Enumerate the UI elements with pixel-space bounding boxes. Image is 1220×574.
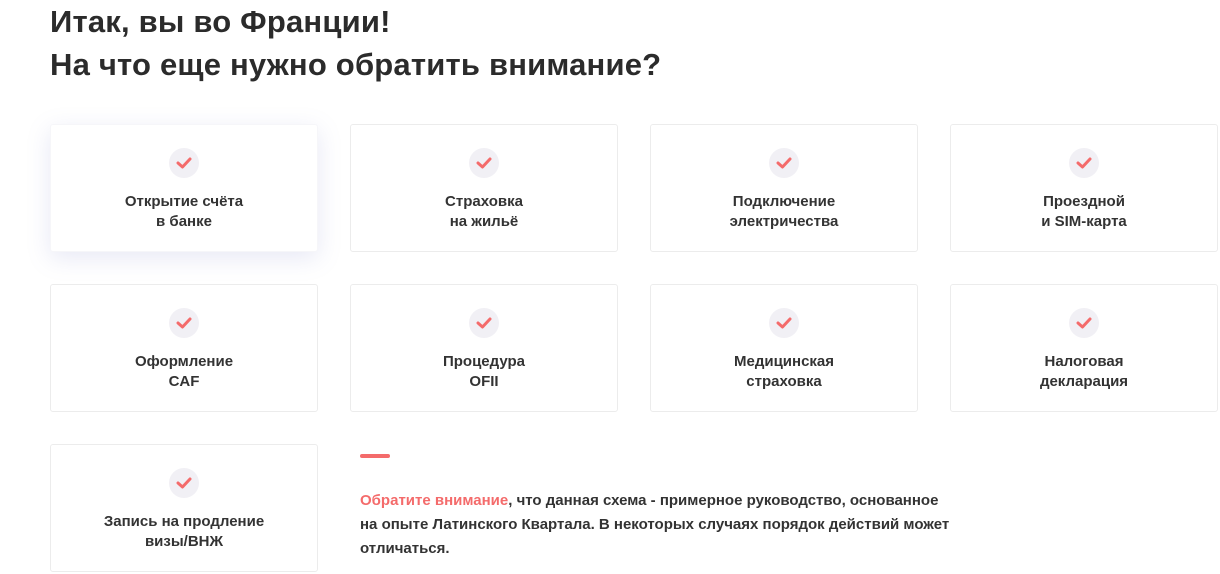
check-icon bbox=[169, 308, 199, 338]
card-label: Налоговая декларация bbox=[951, 352, 1217, 392]
card-tax-declaration[interactable]: Налоговая декларация bbox=[950, 284, 1218, 412]
check-icon bbox=[169, 468, 199, 498]
card-label-line-2: и SIM-карта bbox=[1041, 213, 1127, 230]
card-label-line-2: страховка bbox=[746, 373, 822, 390]
card-bank-account[interactable]: Открытие счёта в банке bbox=[50, 124, 318, 252]
card-label-line-1: Открытие счёта bbox=[124, 193, 244, 210]
card-label: Проездной и SIM-карта bbox=[951, 192, 1217, 232]
page-title-line-1: Итак, вы во Франции! bbox=[50, 4, 391, 39]
card-label-line-2: декларация bbox=[1039, 373, 1129, 390]
card-transport-sim[interactable]: Проездной и SIM-карта bbox=[950, 124, 1218, 252]
card-label: Оформление CAF bbox=[51, 352, 317, 392]
card-label-line-1: Оформление bbox=[134, 353, 234, 370]
card-label-line-2: визы/ВНЖ bbox=[144, 533, 224, 550]
note-line-1: , что данная схема - примерное руководст… bbox=[508, 492, 939, 509]
check-icon bbox=[1069, 148, 1099, 178]
card-label-line-2: CAF bbox=[168, 373, 200, 390]
card-label-line-1: Страховка bbox=[445, 193, 523, 210]
card-caf[interactable]: Оформление CAF bbox=[50, 284, 318, 412]
card-label: Открытие счёта в банке bbox=[51, 192, 317, 232]
card-ofii[interactable]: Процедура OFII bbox=[350, 284, 618, 412]
card-label-line-2: в банке bbox=[156, 213, 212, 230]
card-medical-insurance[interactable]: Медицинская страховка bbox=[650, 284, 918, 412]
card-label-line-1: Налоговая bbox=[1044, 353, 1124, 370]
card-label: Процедура OFII bbox=[351, 352, 617, 392]
check-icon bbox=[769, 308, 799, 338]
check-icon bbox=[469, 308, 499, 338]
card-electricity[interactable]: Подключение электричества bbox=[650, 124, 918, 252]
page-title: Итак, вы во Франции! На что еще нужно об… bbox=[50, 0, 661, 86]
accent-divider bbox=[360, 454, 390, 458]
page-title-line-2: На что еще нужно обратить внимание? bbox=[50, 47, 662, 82]
note-highlight: Обратите внимание bbox=[360, 492, 509, 509]
card-visa-renewal[interactable]: Запись на продление визы/ВНЖ bbox=[50, 444, 318, 572]
check-icon bbox=[169, 148, 199, 178]
card-label: Страховка на жильё bbox=[351, 192, 617, 232]
card-label: Подключение электричества bbox=[651, 192, 917, 232]
check-icon bbox=[1069, 308, 1099, 338]
note-line-2: на опыте Латинского Квартала. В некоторы… bbox=[360, 516, 950, 533]
card-label: Медицинская страховка bbox=[651, 352, 917, 392]
card-label-line-2: электричества bbox=[729, 213, 839, 230]
note-line-3: отличаться. bbox=[360, 540, 450, 557]
card-label-line-1: Запись на продление bbox=[103, 513, 265, 530]
card-label-line-1: Процедура bbox=[442, 353, 526, 370]
card-label: Запись на продление визы/ВНЖ bbox=[51, 512, 317, 552]
check-icon bbox=[769, 148, 799, 178]
card-label-line-1: Подключение bbox=[732, 193, 836, 210]
card-label-line-2: на жильё bbox=[449, 213, 519, 230]
card-housing-insurance[interactable]: Страховка на жильё bbox=[350, 124, 618, 252]
card-label-line-2: OFII bbox=[469, 373, 499, 390]
card-label-line-1: Проездной bbox=[1043, 193, 1125, 210]
disclaimer-note: Обратите внимание, что данная схема - пр… bbox=[360, 489, 970, 561]
check-icon bbox=[469, 148, 499, 178]
card-label-line-1: Медицинская bbox=[733, 353, 835, 370]
